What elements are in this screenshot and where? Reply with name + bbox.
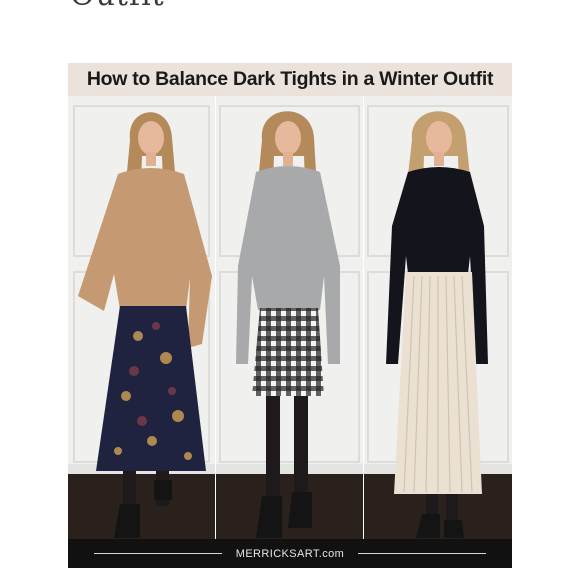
- cut-off-heading: Outfit: [70, 0, 165, 13]
- pin-image: How to Balance Dark Tights in a Winter O…: [68, 63, 512, 568]
- brand-label: MERRICKSART.com: [235, 547, 345, 560]
- footer-rule-right: [358, 553, 487, 554]
- outfit-photo-3: [364, 96, 512, 539]
- outfit-photo-1: [68, 96, 215, 539]
- pin-title: How to Balance Dark Tights in a Winter O…: [68, 63, 512, 96]
- outfit-photos: [68, 96, 512, 539]
- pin-footer: MERRICKSART.com: [68, 539, 512, 568]
- footer-rule-left: [93, 553, 222, 554]
- outfit-photo-2: [216, 96, 363, 539]
